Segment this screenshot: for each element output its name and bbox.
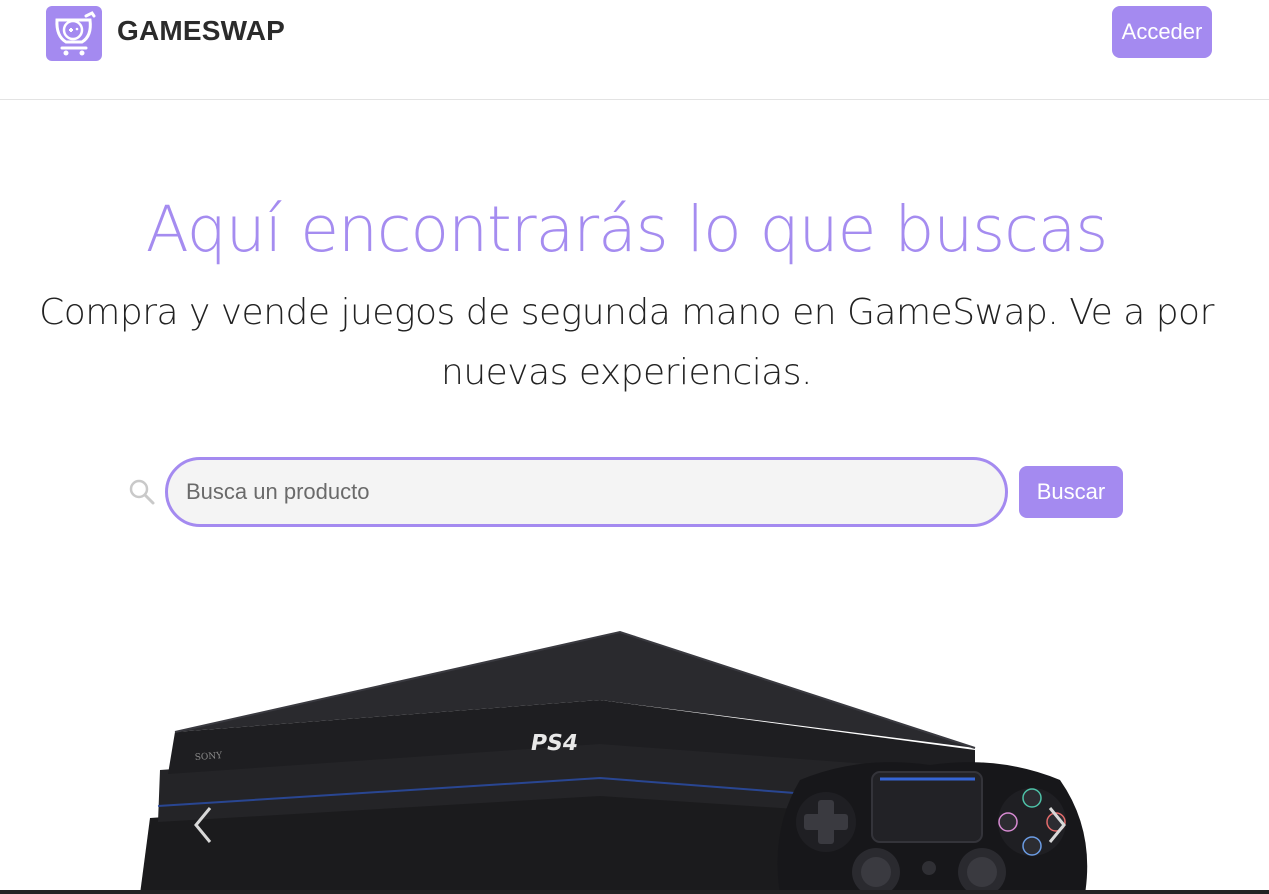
search-icon: [128, 478, 156, 511]
chevron-left-icon: [194, 807, 212, 843]
svg-text:PS4: PS4: [528, 730, 580, 756]
hero-subtitle: Compra y vende juegos de segunda mano en…: [39, 292, 1214, 393]
hero-title: Aquí encontrarás lo que buscas: [145, 193, 1108, 266]
product-carousel: PS4 SONY: [0, 560, 1269, 894]
page-bottom-border: [0, 890, 1269, 894]
gamepad-cart-icon: [55, 11, 96, 56]
top-navbar: GAMESWAP Acceder: [0, 0, 1269, 100]
carousel-next-button[interactable]: [1036, 800, 1076, 850]
search-input[interactable]: [165, 457, 1008, 527]
logo[interactable]: [46, 6, 102, 61]
svg-text:SONY: SONY: [195, 751, 224, 763]
brand-name[interactable]: GAMESWAP: [117, 15, 285, 47]
login-button[interactable]: Acceder: [1112, 6, 1212, 58]
carousel-prev-button[interactable]: [184, 800, 224, 850]
chevron-right-icon: [1048, 807, 1066, 843]
search-button[interactable]: Buscar: [1019, 466, 1123, 518]
